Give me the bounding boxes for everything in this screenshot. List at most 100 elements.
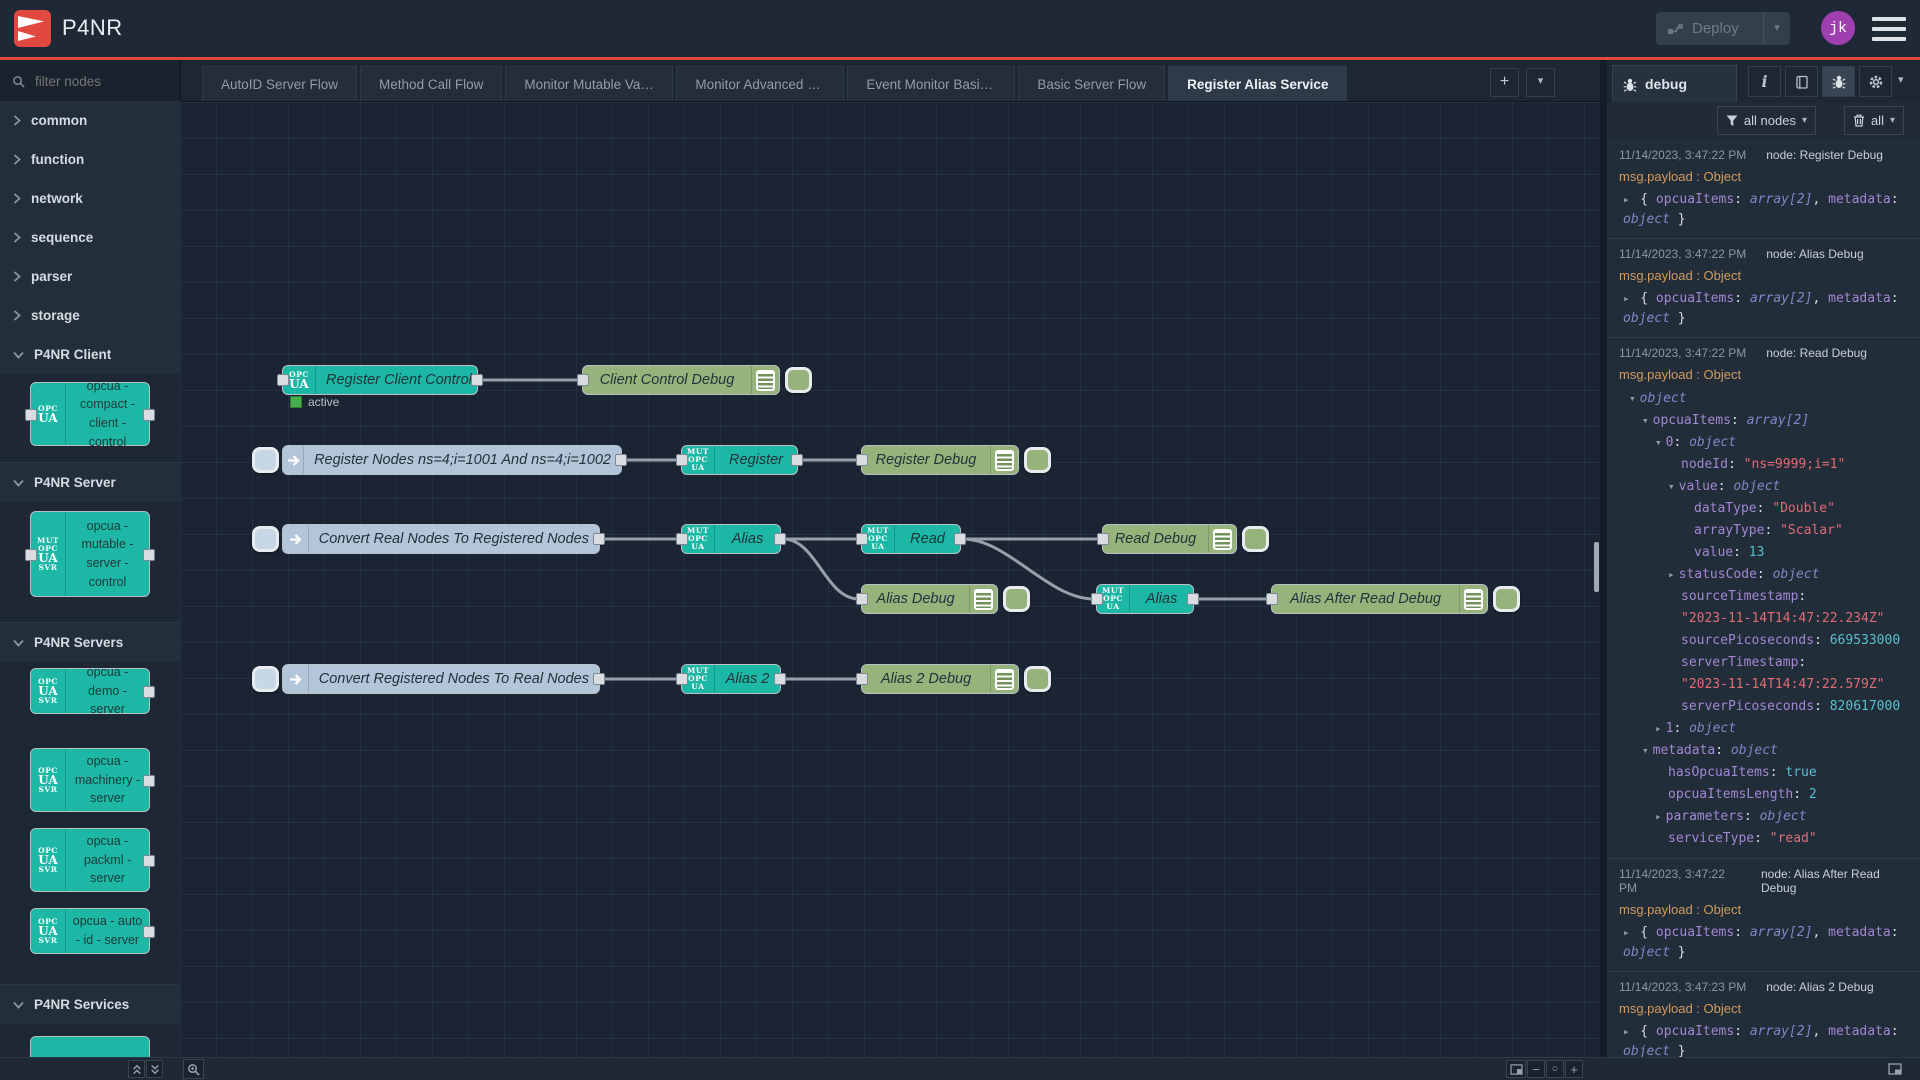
tree-caret-icon[interactable]: ▸ xyxy=(1655,810,1662,823)
palette-category-p4nr-client[interactable]: P4NR Client xyxy=(0,335,180,375)
input-port[interactable] xyxy=(1097,533,1109,545)
config-tab-button[interactable] xyxy=(1859,66,1892,97)
zoom-search-icon[interactable] xyxy=(183,1059,204,1079)
node-inject-register-nodes[interactable]: Register Nodes ns=4;i=1001 And ns=4;i=10… xyxy=(282,445,622,475)
debug-toggle-button[interactable] xyxy=(1024,666,1051,692)
output-port[interactable] xyxy=(143,775,155,787)
palette-category-p4nr-services[interactable]: P4NR Services xyxy=(0,985,180,1025)
palette-node-opcua-auto-id-server[interactable]: OPC UA SVR opcua - auto - id - server xyxy=(30,908,150,954)
sidebar-options-caret-icon[interactable]: ▾ xyxy=(1898,73,1904,86)
input-port[interactable] xyxy=(25,409,37,421)
output-port[interactable] xyxy=(143,686,155,698)
input-port[interactable] xyxy=(676,673,688,685)
input-port[interactable] xyxy=(856,673,868,685)
debug-tab-button[interactable] xyxy=(1822,66,1855,97)
palette-search[interactable] xyxy=(0,60,180,103)
tree-caret-icon[interactable]: ▸ xyxy=(1623,193,1636,206)
palette-node-opcua-compact-client-control[interactable]: OPC UA opcua - compact - client - contro… xyxy=(30,382,150,446)
tree-caret-icon[interactable]: ▸ xyxy=(1623,926,1636,939)
expand-all-icon[interactable] xyxy=(146,1060,163,1078)
tab-method-call-flow[interactable]: Method Call Flow xyxy=(360,66,502,101)
palette-category-network[interactable]: network xyxy=(0,179,180,219)
node-alias-2-debug[interactable]: Alias 2 Debug xyxy=(861,664,1019,694)
tab-monitor-mutable-variables[interactable]: Monitor Mutable Variables xyxy=(505,66,673,101)
palette-category-common[interactable]: common xyxy=(0,101,180,141)
tree-caret-icon[interactable]: ▾ xyxy=(1642,744,1649,757)
node-alias[interactable]: MUT OPC UA Alias xyxy=(681,524,781,554)
canvas-vertical-scrollbar[interactable] xyxy=(1594,542,1599,592)
palette-category-p4nr-server[interactable]: P4NR Server xyxy=(0,463,180,503)
tree-caret-icon[interactable]: ▾ xyxy=(1642,414,1649,427)
help-tab-button[interactable] xyxy=(1785,66,1818,97)
node-alias-2nd[interactable]: MUT OPC UA Alias xyxy=(1096,584,1194,614)
output-port[interactable] xyxy=(791,454,803,466)
node-read[interactable]: MUT OPC UA Read xyxy=(861,524,961,554)
node-alias-2[interactable]: MUT OPC UA Alias 2 xyxy=(681,664,781,694)
tree-caret-icon[interactable]: ▸ xyxy=(1668,568,1675,581)
palette-node-opcua-mutable-server-control[interactable]: MUT OPC UA SVR opcua - mutable - server … xyxy=(30,511,150,597)
input-port[interactable] xyxy=(856,593,868,605)
debug-entry-list[interactable]: 11/14/2023, 3:47:22 PMnode: Register Deb… xyxy=(1607,140,1920,1057)
palette-category-function[interactable]: function xyxy=(0,140,180,180)
input-port[interactable] xyxy=(676,533,688,545)
output-port[interactable] xyxy=(143,409,155,421)
debug-toggle-button[interactable] xyxy=(785,367,812,393)
tab-basic-server-flow[interactable]: Basic Server Flow xyxy=(1018,66,1165,101)
sidebar-resize-handle[interactable] xyxy=(1600,60,1607,1057)
palette-category-p4nr-servers[interactable]: P4NR Servers xyxy=(0,623,180,663)
collapse-all-icon[interactable] xyxy=(128,1060,145,1078)
palette-node-opcua-machinery-server[interactable]: OPC UA SVR opcua - machinery - server xyxy=(30,748,150,812)
input-port[interactable] xyxy=(856,454,868,466)
tab-autoid-server-flow[interactable]: AutoID Server Flow xyxy=(202,66,357,101)
output-port[interactable] xyxy=(143,549,155,561)
input-port[interactable] xyxy=(25,549,37,561)
tree-caret-icon[interactable]: ▾ xyxy=(1668,480,1675,493)
flow-list-caret-icon[interactable]: ▾ xyxy=(1526,68,1555,97)
palette-filter-input[interactable] xyxy=(33,73,157,90)
output-port[interactable] xyxy=(615,454,627,466)
input-port[interactable] xyxy=(277,374,289,386)
node-read-debug[interactable]: Read Debug xyxy=(1102,524,1237,554)
output-port[interactable] xyxy=(954,533,966,545)
wire[interactable] xyxy=(783,539,859,599)
tree-caret-icon[interactable]: ▸ xyxy=(1623,1025,1636,1038)
menu-icon[interactable] xyxy=(1872,17,1906,41)
input-port[interactable] xyxy=(676,454,688,466)
debug-toggle-button[interactable] xyxy=(1003,586,1030,612)
palette-category-storage[interactable]: storage xyxy=(0,296,180,336)
info-tab-button[interactable]: i xyxy=(1748,66,1781,97)
tab-register-alias-service[interactable]: Register Alias Service xyxy=(1168,66,1347,101)
tree-caret-icon[interactable]: ▸ xyxy=(1623,292,1636,305)
output-port[interactable] xyxy=(593,533,605,545)
output-port[interactable] xyxy=(471,374,483,386)
node-register[interactable]: MUT OPC UA Register xyxy=(681,445,798,475)
tab-debug[interactable]: debug xyxy=(1612,65,1737,102)
debug-toggle-button[interactable] xyxy=(1493,586,1520,612)
debug-clear-button[interactable]: all ▾ xyxy=(1844,106,1904,135)
palette-node-opcua-demo-server[interactable]: OPC UA SVR opcua - demo - server xyxy=(30,668,150,714)
input-port[interactable] xyxy=(577,374,589,386)
output-port[interactable] xyxy=(593,673,605,685)
navigator-icon[interactable] xyxy=(1506,1060,1526,1078)
node-inject-convert-real-nodes[interactable]: Convert Real Nodes To Registered Nodes xyxy=(282,524,600,554)
inject-button[interactable] xyxy=(252,447,279,473)
user-avatar[interactable]: jk xyxy=(1821,11,1855,45)
output-port[interactable] xyxy=(774,533,786,545)
add-flow-button[interactable]: + xyxy=(1490,68,1519,97)
deploy-options-caret-icon[interactable]: ▾ xyxy=(1763,12,1790,45)
debug-toggle-button[interactable] xyxy=(1024,447,1051,473)
open-window-icon[interactable] xyxy=(1884,1060,1906,1078)
input-port[interactable] xyxy=(1091,593,1103,605)
tree-caret-icon[interactable]: ▾ xyxy=(1629,392,1636,405)
inject-button[interactable] xyxy=(252,666,279,692)
input-port[interactable] xyxy=(1266,593,1278,605)
node-inject-convert-registered-nodes[interactable]: Convert Registered Nodes To Real Nodes xyxy=(282,664,600,694)
tree-caret-icon[interactable]: ▾ xyxy=(1655,436,1662,449)
palette-node-opcua-packml-server[interactable]: OPC UA SVR opcua - packml - server xyxy=(30,828,150,892)
node-register-client-control[interactable]: OPC UA Register Client Control xyxy=(282,365,478,395)
output-port[interactable] xyxy=(143,926,155,938)
debug-filter-button[interactable]: all nodes ▾ xyxy=(1717,106,1816,135)
output-port[interactable] xyxy=(774,673,786,685)
output-port[interactable] xyxy=(1187,593,1199,605)
palette-category-sequence[interactable]: sequence xyxy=(0,218,180,258)
